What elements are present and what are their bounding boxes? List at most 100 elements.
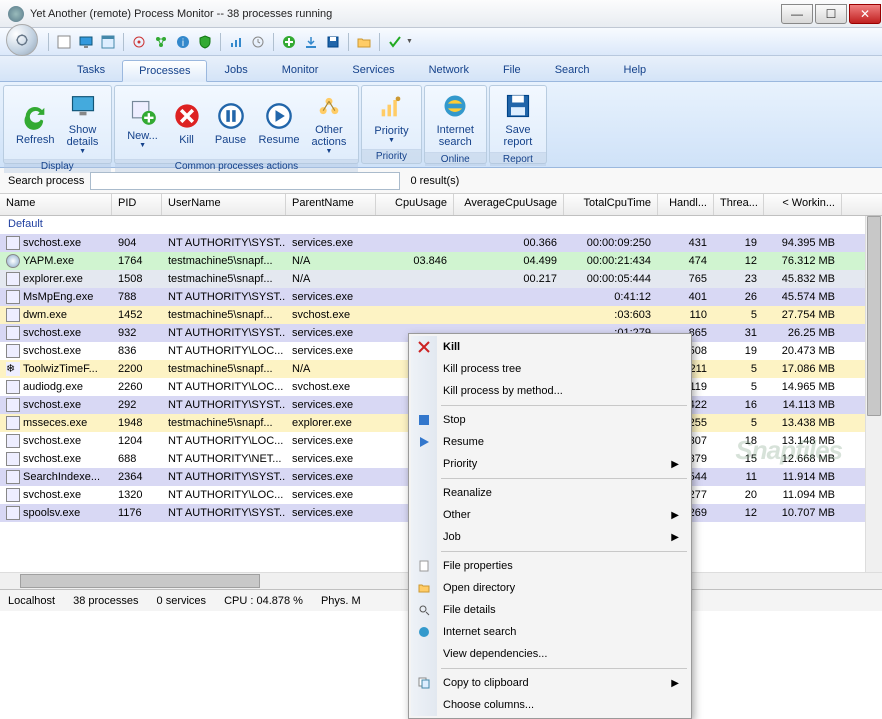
process-icon xyxy=(6,344,20,358)
cell-cpu: 03.846 xyxy=(376,255,454,267)
cell-working: 27.754 MB xyxy=(764,309,842,321)
tool-check-icon[interactable] xyxy=(386,33,404,51)
col-username[interactable]: UserName xyxy=(162,194,286,215)
ctx-kill[interactable]: Kill xyxy=(411,336,689,358)
tool-shield-icon[interactable] xyxy=(196,33,214,51)
col-cpu[interactable]: CpuUsage xyxy=(376,194,454,215)
save-report-button[interactable]: Save report xyxy=(496,88,540,150)
tool-monitor-icon[interactable] xyxy=(77,33,95,51)
tool-folder-icon[interactable] xyxy=(355,33,373,51)
cell-threads: 5 xyxy=(714,363,764,375)
resume-label: Resume xyxy=(259,134,300,146)
pause-button[interactable]: Pause xyxy=(209,98,253,148)
cell-working: 17.086 MB xyxy=(764,363,842,375)
ctx-internet-search[interactable]: Internet search xyxy=(411,621,689,643)
maximize-button[interactable]: ☐ xyxy=(815,4,847,24)
cell-pid: 1176 xyxy=(112,507,162,519)
tab-jobs[interactable]: Jobs xyxy=(207,59,264,81)
process-icon xyxy=(6,236,20,250)
tab-help[interactable]: Help xyxy=(607,59,664,81)
other-actions-button[interactable]: Other actions ▼ xyxy=(306,88,353,157)
cell-parent: svchost.exe xyxy=(286,381,376,393)
show-details-button[interactable]: Show details ▼ xyxy=(61,88,105,157)
resume-button[interactable]: Resume xyxy=(253,98,306,148)
ctx-kill-method[interactable]: Kill process by method... xyxy=(411,380,689,402)
tool-target-icon[interactable] xyxy=(130,33,148,51)
search-input[interactable] xyxy=(90,172,400,190)
ctx-file-details[interactable]: File details xyxy=(411,599,689,621)
cell-threads: 11 xyxy=(714,471,764,483)
tool-download-icon[interactable] xyxy=(302,33,320,51)
refresh-button[interactable]: Refresh xyxy=(10,98,61,148)
cell-parent: services.exe xyxy=(286,237,376,249)
save-icon xyxy=(502,90,534,122)
ctx-priority[interactable]: Priority▶ xyxy=(411,453,689,475)
quick-toolbar: i ▼ xyxy=(0,28,882,56)
cell-parent: svchost.exe xyxy=(286,309,376,321)
vertical-scrollbar[interactable] xyxy=(865,216,882,572)
col-parent[interactable]: ParentName xyxy=(286,194,376,215)
group-label-online: Online xyxy=(425,152,486,166)
table-row[interactable]: YAPM.exe1764testmachine5\snapf...N/A03.8… xyxy=(0,252,882,270)
tool-sheet-icon[interactable] xyxy=(55,33,73,51)
ribbon-group-online: Internet search Online xyxy=(424,85,487,164)
tab-processes[interactable]: Processes xyxy=(122,60,207,82)
tool-window-icon[interactable] xyxy=(99,33,117,51)
tab-search[interactable]: Search xyxy=(538,59,607,81)
tool-info-icon[interactable]: i xyxy=(174,33,192,51)
tool-add-icon[interactable] xyxy=(280,33,298,51)
ctx-reanalize[interactable]: Reanalize xyxy=(411,482,689,504)
group-row[interactable]: Default xyxy=(0,216,882,234)
col-handles[interactable]: Handl... xyxy=(658,194,714,215)
ctx-open-dir[interactable]: Open directory xyxy=(411,577,689,599)
cell-working: 26.25 MB xyxy=(764,327,842,339)
tool-history-icon[interactable] xyxy=(249,33,267,51)
cell-threads: 16 xyxy=(714,399,764,411)
new-button[interactable]: New... ▼ xyxy=(121,94,165,151)
tool-network-icon[interactable] xyxy=(152,33,170,51)
cell-working: 94.395 MB xyxy=(764,237,842,249)
ctx-choose-cols[interactable]: Choose columns... xyxy=(411,694,689,716)
tab-services[interactable]: Services xyxy=(335,59,411,81)
col-working[interactable]: < Workin... xyxy=(764,194,842,215)
cell-handles: 110 xyxy=(658,309,714,321)
ctx-job[interactable]: Job▶ xyxy=(411,526,689,548)
ctx-view-deps[interactable]: View dependencies... xyxy=(411,643,689,665)
internet-search-button[interactable]: Internet search xyxy=(431,88,480,150)
table-row[interactable]: svchost.exe904NT AUTHORITY\SYST...servic… xyxy=(0,234,882,252)
minimize-button[interactable]: — xyxy=(781,4,813,24)
kill-button[interactable]: Kill xyxy=(165,98,209,148)
tab-file[interactable]: File xyxy=(486,59,538,81)
tab-monitor[interactable]: Monitor xyxy=(265,59,336,81)
col-pid[interactable]: PID xyxy=(112,194,162,215)
priority-button[interactable]: Priority ▼ xyxy=(368,89,414,146)
cell-name: SearchIndexe... xyxy=(23,471,100,483)
ctx-copy[interactable]: Copy to clipboard▶ xyxy=(411,672,689,694)
tab-network[interactable]: Network xyxy=(412,59,486,81)
ctx-resume[interactable]: Resume xyxy=(411,431,689,453)
cell-pid: 1320 xyxy=(112,489,162,501)
table-row[interactable]: explorer.exe1508testmachine5\snapf...N/A… xyxy=(0,270,882,288)
close-button[interactable]: ✕ xyxy=(849,4,881,24)
cell-threads: 12 xyxy=(714,255,764,267)
ctx-kill-tree[interactable]: Kill process tree xyxy=(411,358,689,380)
ctx-other[interactable]: Other▶ xyxy=(411,504,689,526)
cell-user: testmachine5\snapf... xyxy=(162,255,286,267)
col-threads[interactable]: Threa... xyxy=(714,194,764,215)
table-row[interactable]: MsMpEng.exe788NT AUTHORITY\SYST...servic… xyxy=(0,288,882,306)
app-menu-orb[interactable] xyxy=(6,24,38,56)
tab-tasks[interactable]: Tasks xyxy=(60,59,122,81)
tool-save-icon[interactable] xyxy=(324,33,342,51)
cell-handles: 431 xyxy=(658,237,714,249)
tool-chart-icon[interactable] xyxy=(227,33,245,51)
col-avgcpu[interactable]: AverageCpuUsage xyxy=(454,194,564,215)
table-row[interactable]: dwm.exe1452testmachine5\snapf...svchost.… xyxy=(0,306,882,324)
main-tab-row: Tasks Processes Jobs Monitor Services Ne… xyxy=(0,56,882,82)
col-totalcpu[interactable]: TotalCpuTime xyxy=(564,194,658,215)
ctx-stop[interactable]: Stop xyxy=(411,409,689,431)
cell-user: testmachine5\snapf... xyxy=(162,273,286,285)
ctx-file-props[interactable]: File properties xyxy=(411,555,689,577)
cell-threads: 5 xyxy=(714,381,764,393)
col-name[interactable]: Name xyxy=(0,194,112,215)
cell-name: ToolwizTimeF... xyxy=(23,363,98,375)
